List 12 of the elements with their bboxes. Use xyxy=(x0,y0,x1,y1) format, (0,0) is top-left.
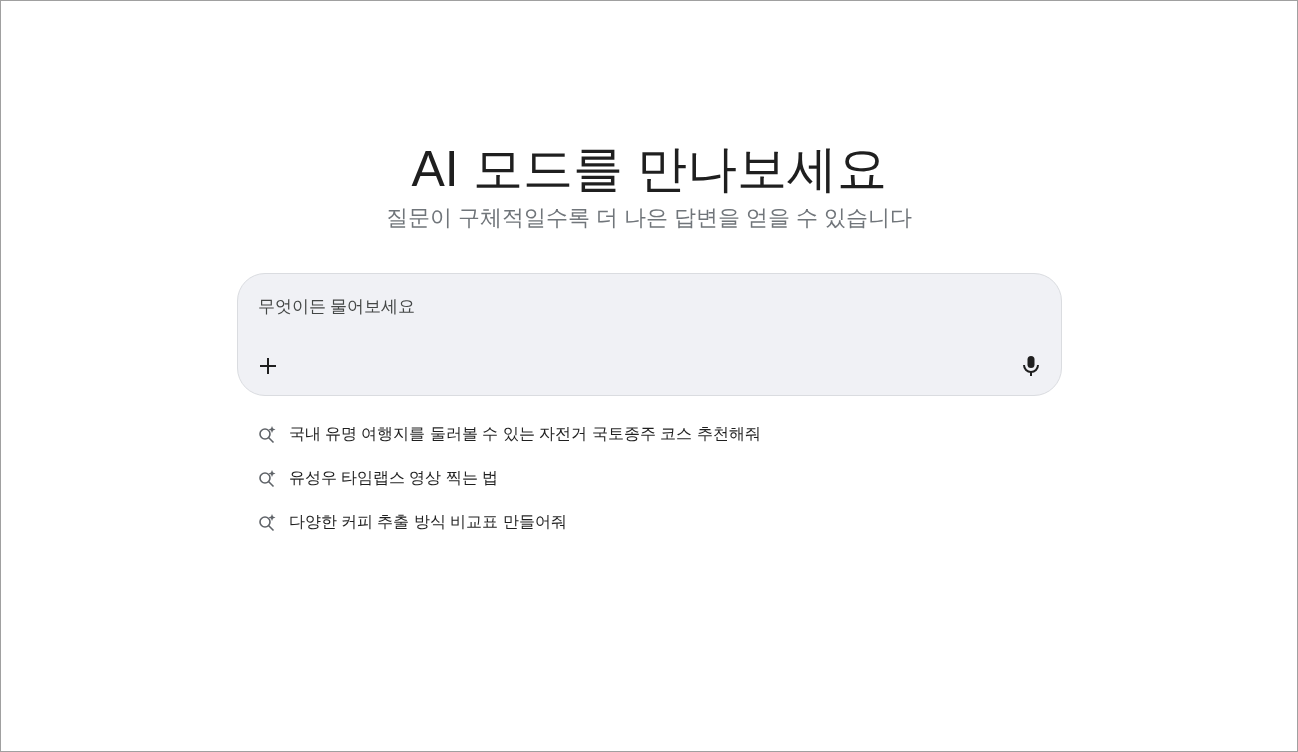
sparkle-search-icon xyxy=(257,512,277,532)
suggestion-link[interactable]: 국내 유명 여행지를 둘러볼 수 있는 자전거 국토종주 코스 추천해줘 xyxy=(288,422,761,446)
subtitle: 질문이 구체적일수록 더 나은 답변을 얻을 수 있습니다 xyxy=(385,204,913,232)
search-field[interactable]: 무엇이든 물어보세요 xyxy=(257,294,1041,320)
sparkle-search-icon xyxy=(257,424,277,444)
search-box[interactable]: 무엇이든 물어보세요 xyxy=(236,273,1062,396)
suggestion-link[interactable]: 유성우 타임랩스 영상 찍는 법 xyxy=(288,466,499,490)
sparkle-search-icon xyxy=(257,468,277,488)
plus-icon[interactable] xyxy=(257,356,278,376)
heading: AI 모드를 만나보세요 xyxy=(411,140,887,199)
microphone-icon[interactable] xyxy=(1020,355,1041,377)
suggestion-link[interactable]: 다양한 커피 추출 방식 비교표 만들어줘 xyxy=(288,510,567,534)
